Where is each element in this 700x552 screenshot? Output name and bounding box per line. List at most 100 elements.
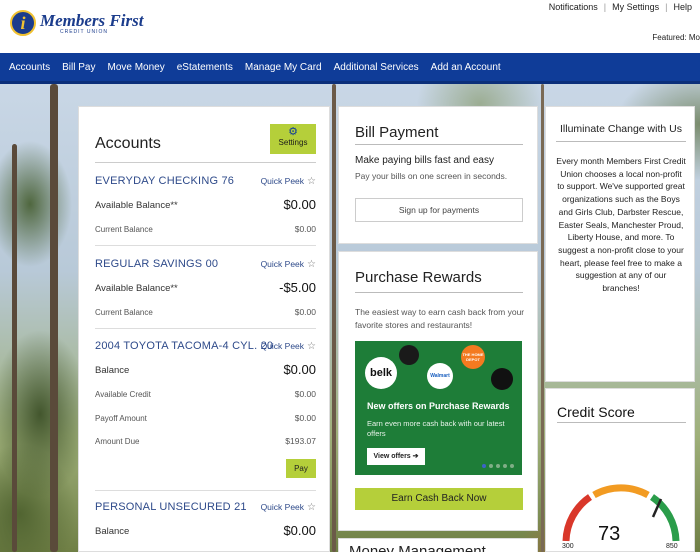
nav-estatements[interactable]: eStatements xyxy=(171,62,239,73)
payoff-amount-value: $0.00 xyxy=(294,413,316,423)
view-offers-button[interactable]: View offers ➔ xyxy=(367,448,425,465)
utility-links: Notifications | My Settings | Help xyxy=(549,2,692,12)
gauge-min-label: 300 xyxy=(562,543,574,550)
notifications-link[interactable]: Notifications xyxy=(549,2,598,12)
credit-score-title: Credit Score xyxy=(557,404,635,420)
bill-payment-description: Pay your bills on one screen in seconds. xyxy=(355,171,508,181)
accounts-card: Accounts ⚙ Settings EVERYDAY CHECKING 76… xyxy=(78,106,330,552)
nav-add-an-account[interactable]: Add an Account xyxy=(425,62,507,73)
main-nav: Accounts Bill Pay Move Money eStatements… xyxy=(0,53,700,81)
purchase-rewards-title: Purchase Rewards xyxy=(355,269,482,286)
balance-row: Available Balance** -$5.00 xyxy=(95,280,316,298)
logo-icon: i xyxy=(10,10,36,36)
tree-trunk xyxy=(12,144,17,552)
divider xyxy=(557,422,686,423)
account-name-link[interactable]: 2004 TOYOTA TACOMA-4 CYL. 20 xyxy=(95,340,273,352)
gauge-mid-segment xyxy=(592,484,650,499)
balance-label: Available Balance** xyxy=(95,200,178,211)
pay-button[interactable]: Pay xyxy=(286,459,316,478)
account-regular-savings: REGULAR SAVINGS 00 Quick Peek ☆ Available… xyxy=(95,258,316,329)
header: i Members First CREDIT UNION Notificatio… xyxy=(0,0,700,53)
featured-label: Featured: Mo xyxy=(652,33,700,42)
payoff-amount-label: Payoff Amount xyxy=(95,414,147,423)
bill-payment-subtitle: Make paying bills fast and easy xyxy=(355,155,494,166)
brand-logo-icon xyxy=(491,368,513,390)
carousel-dots xyxy=(482,464,514,468)
help-link[interactable]: Help xyxy=(673,2,692,12)
nav-bill-pay[interactable]: Bill Pay xyxy=(56,62,101,73)
gear-icon: ⚙ xyxy=(288,126,298,138)
available-credit-value: $0.00 xyxy=(294,389,316,399)
carousel-dot[interactable] xyxy=(482,464,486,468)
nav-move-money[interactable]: Move Money xyxy=(102,62,171,73)
balance-value: $0.00 xyxy=(283,523,316,538)
divider xyxy=(95,162,316,163)
account-name-link[interactable]: REGULAR SAVINGS 00 xyxy=(95,258,218,270)
payoff-amount-row: Payoff Amount $0.00 xyxy=(95,412,316,426)
quick-peek-label: Quick Peek xyxy=(260,502,305,512)
balance-value: $0.00 xyxy=(294,224,316,234)
balance-row: Balance $0.00 xyxy=(95,523,316,541)
purchase-rewards-card: Purchase Rewards The easiest way to earn… xyxy=(338,251,538,531)
quick-peek[interactable]: Quick Peek ☆ xyxy=(261,259,316,270)
star-icon[interactable]: ☆ xyxy=(307,259,316,270)
credit-score-card: Credit Score 73 300 850 xyxy=(545,388,695,552)
illuminate-body: Every month Members First Credit Union c… xyxy=(556,156,686,294)
carousel-dot[interactable] xyxy=(489,464,493,468)
credit-score-value: 73 xyxy=(598,523,621,545)
account-name-link[interactable]: PERSONAL UNSECURED 21 xyxy=(95,501,247,513)
brand-name: Members First xyxy=(40,10,144,30)
carousel-dot[interactable] xyxy=(503,464,507,468)
balance-row: Balance $0.00 xyxy=(95,362,316,380)
gauge-low-segment xyxy=(562,494,593,542)
nav-manage-my-card[interactable]: Manage My Card xyxy=(239,62,328,73)
illuminate-card: Illuminate Change with Us Every month Me… xyxy=(545,106,695,382)
available-credit-label: Available Credit xyxy=(95,390,151,399)
star-icon[interactable]: ☆ xyxy=(307,341,316,352)
account-everyday-checking: EVERYDAY CHECKING 76 Quick Peek ☆ Availab… xyxy=(95,175,316,246)
divider xyxy=(355,292,523,293)
account-personal-unsecured: PERSONAL UNSECURED 21 Quick Peek ☆ Balanc… xyxy=(95,501,316,552)
quick-peek[interactable]: Quick Peek ☆ xyxy=(261,176,316,187)
sign-up-payments-button[interactable]: Sign up for payments xyxy=(355,198,523,222)
star-icon[interactable]: ☆ xyxy=(307,176,316,187)
walmart-logo: Walmart xyxy=(427,363,453,389)
account-name-link[interactable]: EVERYDAY CHECKING 76 xyxy=(95,175,234,187)
divider xyxy=(556,141,686,142)
belk-logo: belk xyxy=(365,357,397,389)
balance-label: Current Balance xyxy=(95,308,153,317)
balance-value: $0.00 xyxy=(294,307,316,317)
divider: | xyxy=(603,2,607,12)
divider: | xyxy=(665,2,668,12)
quick-peek-label: Quick Peek xyxy=(260,341,305,351)
brand-logo[interactable]: i Members First CREDIT UNION xyxy=(10,10,143,36)
divider xyxy=(355,144,523,145)
settings-label: Settings xyxy=(278,138,308,147)
nav-accounts[interactable]: Accounts xyxy=(3,62,56,73)
my-settings-link[interactable]: My Settings xyxy=(612,2,659,12)
credit-gauge xyxy=(562,484,680,542)
settings-button[interactable]: ⚙ Settings xyxy=(270,124,316,154)
rewards-promo-banner[interactable]: belk Walmart THE HOME DEPOT New offers o… xyxy=(355,341,522,475)
bill-payment-card: Bill Payment Make paying bills fast and … xyxy=(338,106,538,244)
money-management-card: Money Management xyxy=(338,538,538,552)
quick-peek[interactable]: Quick Peek ☆ xyxy=(261,502,316,513)
purchase-rewards-description: The easiest way to earn cash back from y… xyxy=(355,307,525,330)
gauge-max-label: 850 xyxy=(666,543,678,550)
balance-value: $0.00 xyxy=(283,362,316,377)
divider xyxy=(95,328,316,329)
balance-value: $0.00 xyxy=(283,197,316,212)
nav-additional-services[interactable]: Additional Services xyxy=(328,62,425,73)
view-offers-label: View offers xyxy=(373,453,411,460)
balance-label: Current Balance xyxy=(95,225,153,234)
carousel-dot[interactable] xyxy=(510,464,514,468)
tree-trunk xyxy=(332,84,336,552)
promo-body: Earn even more cash back with our latest… xyxy=(367,419,505,438)
home-depot-logo: THE HOME DEPOT xyxy=(461,345,485,369)
quick-peek[interactable]: Quick Peek ☆ xyxy=(261,341,316,352)
carousel-dot[interactable] xyxy=(496,464,500,468)
star-icon[interactable]: ☆ xyxy=(307,502,316,513)
earn-cash-back-button[interactable]: Earn Cash Back Now xyxy=(355,488,523,510)
balance-label: Available Balance** xyxy=(95,283,178,294)
tree-trunk xyxy=(541,84,544,552)
